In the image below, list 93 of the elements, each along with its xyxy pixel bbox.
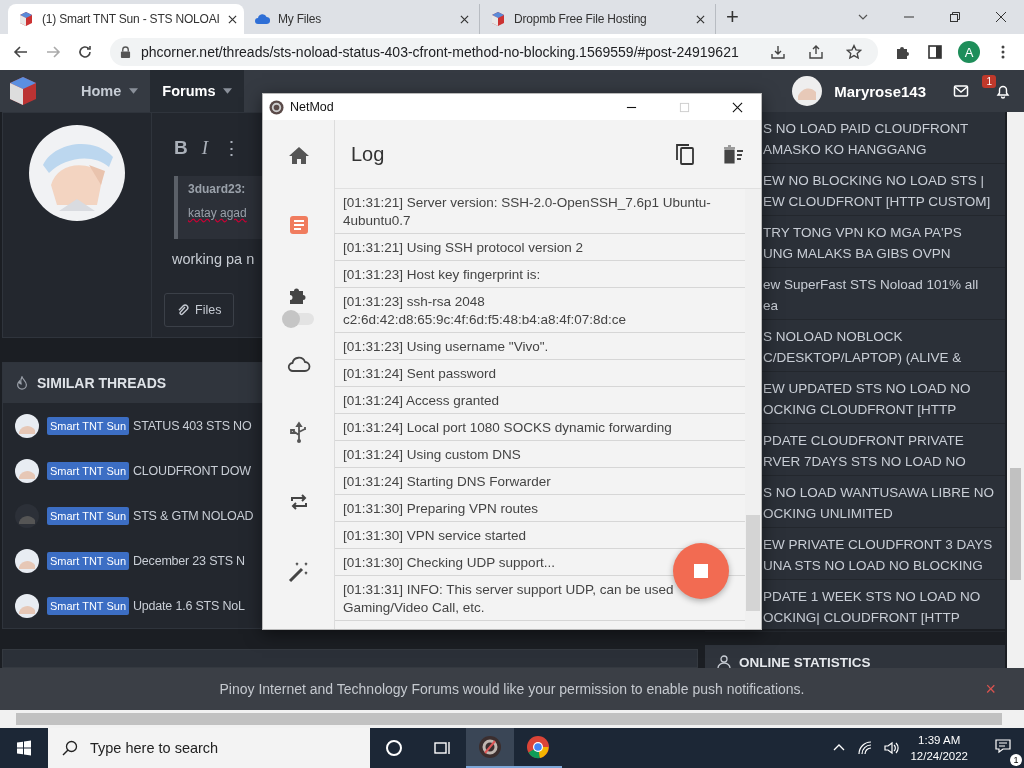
log-entry: [01:31:23] ssh-rsa 2048 c2:6d:42:d8:65:9c:4f:6d:f5:48:b4:a8:4f:07:8d:ce — [343, 294, 626, 327]
log-entry: [01:31:23] Host key fingerprint is: — [343, 267, 541, 282]
mail-icon[interactable] — [953, 83, 969, 99]
section-title: SIMILAR THREADS — [37, 375, 167, 391]
thread-link[interactable]: STATUS 403 STS NO — [133, 418, 252, 433]
nav-tab[interactable]: Forums — [150, 70, 245, 112]
stop-button[interactable] — [673, 543, 729, 599]
quote-author: 3duard23: — [188, 182, 247, 196]
thread-link[interactable]: EW UPDATED STS NO LOAD NO OCKING CLOUDFRONT [HTTP — [763, 377, 971, 420]
quote-text: katay agad — [188, 206, 248, 220]
bold-button[interactable]: B — [174, 137, 188, 160]
thread-link[interactable]: PDATE 1 WEEK STS NO LOAD NO OCKING| CLOUDFRONT [HTTP — [763, 585, 981, 628]
nav-tab[interactable]: Home — [69, 70, 151, 112]
toggle-switch[interactable] — [283, 312, 314, 325]
thread-link[interactable]: Update 1.6 STS NoL — [133, 598, 245, 613]
thread-link[interactable]: PDATE CLOUDFRONT PRIVATE RVER 7DAYS STS NO LOAD NO — [763, 429, 966, 472]
prefix-tag[interactable]: Smart TNT Sun — [47, 461, 129, 480]
page-title: Log — [351, 142, 385, 166]
thread-link[interactable]: December 23 STS N — [133, 553, 245, 568]
browser-tab[interactable]: (1) Smart TNT Sun - STS NOLOAI — [8, 4, 244, 34]
scrollbar[interactable] — [1007, 112, 1024, 668]
files-button[interactable]: Files — [164, 293, 235, 327]
scrollbar[interactable] — [745, 189, 761, 629]
thread-link[interactable]: STS & GTM NOLOAD — [133, 508, 254, 523]
app-taskbar-button[interactable] — [466, 728, 514, 768]
notification-text: Pinoy Internet and Technology Forums would like your permission to enable push notifications. — [219, 681, 805, 697]
thread-link[interactable]: S NOLOAD NOBLOCK C/DESKTOP/LAPTOP) (ALIVE & — [763, 325, 962, 368]
cube-icon — [490, 11, 506, 27]
username[interactable]: Maryrose143 — [834, 82, 926, 100]
clear-icon[interactable] — [721, 142, 745, 166]
log-entry: [01:31:24] Access granted — [343, 393, 500, 408]
log-entry: [01:31:31] INFO: This server support UDP, can be used Gaming/Video Call, etc. — [343, 582, 674, 615]
thread-link[interactable]: CLOUDFRONT DOW — [133, 463, 251, 478]
more-button[interactable]: ⋮ — [222, 137, 242, 160]
editor-text[interactable]: working pa n — [172, 251, 255, 267]
thread-link[interactable]: TRY TONG VPN KO MGA PA'PS UNG MALAKS BA GIBS OVPN — [763, 221, 962, 264]
avatar[interactable] — [792, 76, 823, 106]
avatar[interactable] — [15, 548, 39, 573]
close-icon[interactable] — [696, 14, 705, 24]
bell-icon[interactable] — [995, 83, 1011, 99]
notification-badge: 1 — [1010, 754, 1022, 766]
cube-icon — [18, 11, 34, 27]
download-icon[interactable] — [770, 44, 786, 60]
cube-logo[interactable] — [7, 75, 39, 107]
stop-icon — [694, 564, 708, 578]
close-icon[interactable] — [227, 14, 237, 24]
profile-avatar[interactable]: A — [958, 41, 980, 63]
log-entry: [01:31:24] Sent password — [343, 366, 497, 381]
clock-date[interactable]: 12/24/2022 — [910, 748, 968, 764]
new-tab-button[interactable]: + — [716, 4, 749, 30]
log-entry: [01:31:24] Starting DNS Forwarder — [343, 474, 551, 489]
close-icon[interactable] — [460, 14, 469, 24]
log-entry: [01:31:30] Preparing VPN routes — [343, 501, 539, 516]
alert-badge: 1 — [982, 75, 996, 88]
prefix-tag[interactable]: Smart TNT Sun — [47, 551, 129, 570]
thread-link[interactable]: S NO LOAD WANTUSAWA LIBRE NO OCKING UNLIMITED — [763, 481, 995, 524]
avatar[interactable] — [15, 413, 39, 438]
copy-icon[interactable] — [673, 142, 697, 166]
log-entry: [01:31:21] Server version: SSH-2.0-OpenSSH_7.6p1 Ubuntu-4ubuntu0.7 — [343, 195, 711, 228]
log-entry: [01:31:30] VPN service started — [343, 528, 527, 543]
log-entry: [01:31:24] Using custom DNS — [343, 447, 521, 462]
prefix-tag[interactable]: Smart TNT Sun — [47, 506, 129, 525]
thread-link[interactable]: ew SuperFast STS Noload 101% all ea — [763, 273, 979, 316]
thread-link[interactable]: EW NO BLOCKING NO LOAD STS | EW CLOUDFRONT [HTTP CUSTOM] — [763, 169, 991, 212]
log-entry: [01:31:30] Checking UDP support... — [343, 555, 556, 570]
search-icon — [62, 740, 78, 756]
app-icon — [269, 99, 284, 115]
log-entry: [01:31:24] Local port 1080 SOCKS dynamic forwarding — [343, 420, 672, 435]
thread-link[interactable]: EW PRIVATE CLOUDFRONT 3 DAYS UNA STS NO LOAD NO BLOCKING — [763, 533, 993, 576]
address-bar[interactable]: phcorner.net/threads/sts-noload-status-403-cfront-method-no-blocking.1569559/#post-24919621 — [110, 38, 878, 66]
section-title: ONLINE STATISTICS — [739, 655, 871, 668]
paperclip-icon — [177, 303, 189, 317]
restore-icon[interactable] — [949, 11, 961, 23]
italic-button[interactable]: I — [201, 137, 209, 160]
clock-time[interactable]: 1:39 AM — [918, 732, 961, 748]
log-entry: [01:31:21] Using SSH protocol version 2 — [343, 240, 584, 255]
avatar[interactable] — [15, 593, 39, 618]
people-icon — [715, 655, 733, 668]
lock-icon — [120, 45, 131, 59]
thread-link[interactable]: S NO LOAD PAID CLOUDFRONT AMASKO KO HANGGANG — [763, 117, 969, 160]
prefix-tag[interactable]: Smart TNT Sun — [47, 416, 129, 435]
prefix-tag[interactable]: Smart TNT Sun — [47, 596, 129, 615]
window-title: NetMod — [290, 100, 334, 114]
scrollbar[interactable] — [0, 710, 1024, 728]
log-entry: [01:31:23] Using username "Vivo". — [343, 339, 549, 354]
cloud-icon — [254, 11, 270, 27]
search-field[interactable]: Type here to search — [48, 728, 370, 768]
close-icon[interactable] — [995, 11, 1007, 23]
star-icon[interactable] — [846, 44, 862, 60]
flame-icon — [15, 376, 29, 390]
avatar[interactable] — [15, 458, 39, 483]
share-icon[interactable] — [808, 44, 824, 60]
browser-icon — [526, 735, 550, 759]
